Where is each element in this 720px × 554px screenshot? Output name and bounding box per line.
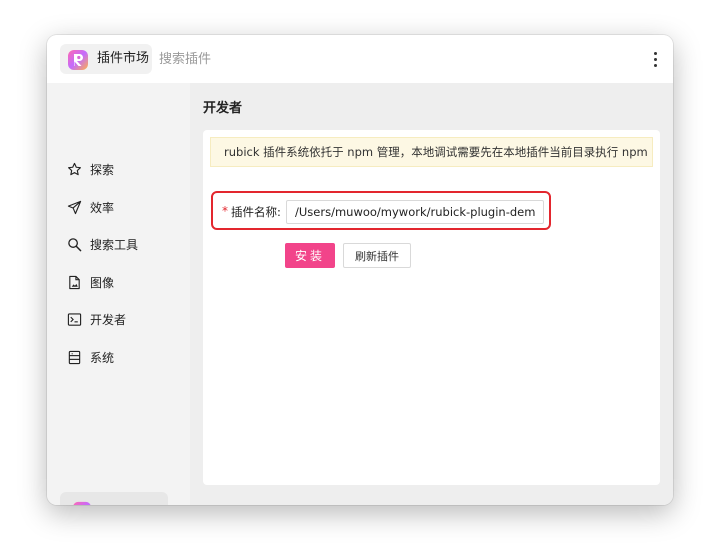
plugin-path-input[interactable] [286,200,544,224]
user-avatar-icon [73,501,91,505]
sidebar-item-image[interactable]: 图像 [67,270,114,294]
plugin-name-label: 插件名称: [231,205,281,219]
sidebar-item-label: 开发者 [90,312,127,327]
sidebar-item-label: 搜索工具 [90,237,139,252]
plugin-name-form-row: * 插件名称: [211,191,551,230]
star-icon [68,162,81,175]
sidebar-item-developer[interactable]: 开发者 [67,307,126,331]
rubick-logo-icon [68,50,88,70]
developer-panel: rubick 插件系统依托于 npm 管理，本地调试需要先在本地插件当前目录执行… [203,130,660,485]
install-button[interactable]: 安装 [285,243,335,268]
image-file-icon [69,275,80,289]
search-icon [68,237,82,251]
npm-notice: rubick 插件系统依托于 npm 管理，本地调试需要先在本地插件当前目录执行… [210,137,653,167]
sidebar-item-label: 系统 [90,350,115,365]
user-name: muwoo [105,503,149,505]
app-title: 插件市场 [97,51,150,66]
search-input[interactable] [159,47,359,71]
sidebar-item-system[interactable]: 系统 [67,345,114,369]
refresh-plugins-button[interactable]: 刷新插件 [343,243,411,268]
chevron-right-icon: › [158,503,163,505]
system-icon [68,350,81,364]
required-mark: * [222,204,228,218]
terminal-icon [67,312,82,326]
more-vertical-icon[interactable] [647,47,663,71]
sidebar-item-efficiency[interactable]: 效率 [67,195,114,219]
send-icon [67,200,82,214]
sidebar-item-search-tools[interactable]: 搜索工具 [67,232,138,256]
sidebar-item-explore[interactable]: 探索 [67,157,114,181]
sidebar-item-label: 图像 [90,275,115,290]
main-content: 开发者 rubick 插件系统依托于 npm 管理，本地调试需要先在本地插件当前… [190,83,673,505]
user-profile-button[interactable]: muwoo › [60,492,168,505]
sidebar: 探索 效率 搜索工具 图像 开发者 系统 [47,83,190,505]
page-title: 开发者 [203,101,243,116]
app-window: 插件市场 探索 效率 搜索工具 图像 开发者 系统 [47,35,673,505]
sidebar-item-label: 探索 [90,162,115,177]
header: 插件市场 [47,35,673,83]
sidebar-item-label: 效率 [90,200,115,215]
